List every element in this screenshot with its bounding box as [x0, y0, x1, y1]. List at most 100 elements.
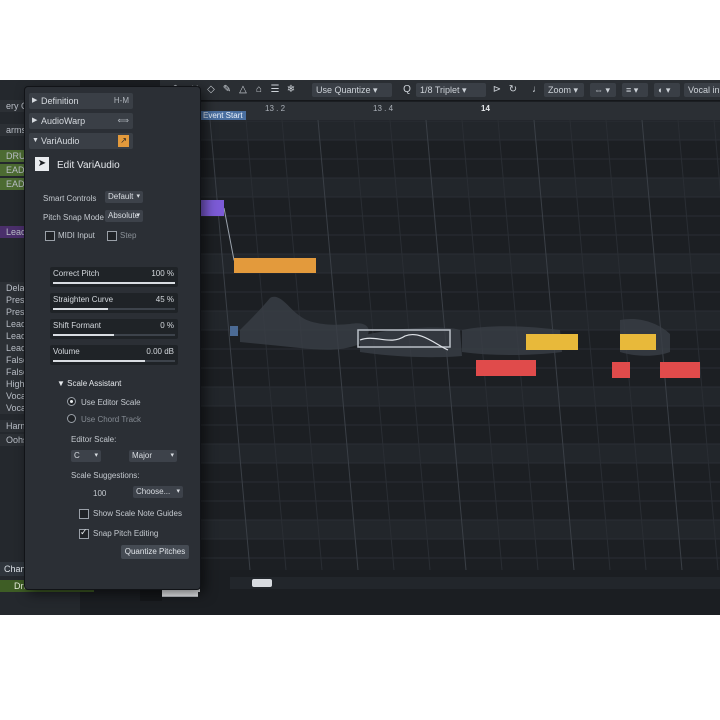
pitch-segment-red[interactable]	[660, 362, 700, 378]
slider-value: 0 %	[160, 321, 174, 330]
use-chord-track-label: Use Chord Track	[81, 415, 142, 424]
loop-icon[interactable]: ↻	[506, 83, 520, 97]
expand-icon: ▶	[32, 117, 38, 124]
pitch-editor-canvas[interactable]	[200, 120, 720, 570]
slider-name: Correct Pitch	[53, 269, 100, 278]
snowflake-icon[interactable]: ❄	[284, 83, 298, 97]
section-definition[interactable]: ▶ Definition H-M	[29, 93, 133, 109]
choose-scale-dropdown[interactable]: Choose... ▾	[133, 486, 183, 498]
pitch-segment-yellow[interactable]	[620, 334, 656, 350]
playback-dropdown[interactable]: ◐ ▾	[654, 83, 680, 97]
pitch-row	[200, 178, 720, 197]
shift-formant-slider[interactable]: Shift Formant 0 %	[50, 319, 178, 339]
pitch-snap-dropdown[interactable]: Absolute ▾	[105, 210, 143, 222]
snap-editing-checkbox[interactable]	[79, 527, 89, 539]
use-editor-scale-radio[interactable]	[67, 397, 76, 406]
ruler-mark: 13 . 2	[265, 104, 286, 113]
pitch-row	[200, 368, 720, 387]
pitch-row	[200, 140, 720, 159]
section-label: Definition	[41, 96, 79, 106]
layout-dropdown[interactable]: ≡ ▾	[622, 83, 648, 97]
correct-pitch-slider[interactable]: Correct Pitch 100 %	[50, 267, 178, 287]
timeline-ruler[interactable]: 13 . 2 13 . 4 14	[195, 102, 720, 120]
section-label: AudioWarp	[41, 116, 86, 126]
slider-fill	[53, 360, 145, 362]
zoom-dropdown[interactable]: Zoom ▾	[544, 83, 584, 97]
slider-track	[53, 282, 175, 284]
section-variaudio[interactable]: ▼ VariAudio ↗	[29, 133, 133, 149]
slider-track	[53, 308, 175, 310]
pitch-row	[200, 159, 720, 178]
grid-value-dropdown[interactable]: 1/8 Triplet ▾	[416, 83, 486, 97]
smart-controls-label: Smart Controls	[43, 194, 97, 203]
tool-icon[interactable]: ☰	[268, 83, 282, 97]
view-dropdown[interactable]: ⇔ ▾	[590, 83, 616, 97]
pitch-row	[200, 387, 720, 406]
slider-name: Shift Formant	[53, 321, 102, 330]
smart-controls-dropdown[interactable]: Default ▾	[105, 191, 143, 203]
pitch-row	[200, 444, 720, 463]
tool-icon[interactable]: △	[236, 83, 250, 97]
pitch-row	[200, 197, 720, 216]
straighten-curve-slider[interactable]: Straighten Curve 45 %	[50, 293, 178, 313]
edit-cursor-icon[interactable]: ➤	[35, 157, 49, 171]
horizontal-scrollbar[interactable]	[230, 577, 720, 589]
pitch-segment-red[interactable]	[476, 360, 536, 376]
editor-scale-label: Editor Scale:	[71, 435, 117, 444]
track-name-field[interactable]: Vocal in	[684, 83, 720, 97]
slider-track	[53, 334, 175, 336]
midi-input-checkbox[interactable]	[45, 231, 55, 241]
slider-value: 100 %	[151, 269, 174, 278]
black-key[interactable]	[140, 589, 162, 601]
show-guides-label: Show Scale Note Guides	[93, 509, 182, 518]
snap-editing-label: Snap Pitch Editing	[93, 529, 159, 538]
pitch-row	[200, 425, 720, 444]
show-guides-checkbox[interactable]	[79, 509, 89, 519]
pitch-row	[200, 216, 720, 235]
volume-slider[interactable]: Volume 0.00 dB	[50, 345, 178, 365]
edit-variaudio-label[interactable]: Edit VariAudio	[57, 160, 120, 171]
scale-root-dropdown[interactable]: C ▾	[71, 450, 101, 462]
use-editor-scale-label: Use Editor Scale	[81, 398, 141, 407]
section-icon: ⟺	[117, 116, 129, 125]
variaudio-active-icon[interactable]: ↗	[118, 135, 129, 147]
pitch-row	[200, 539, 720, 558]
note-grid[interactable]	[200, 120, 720, 570]
pitch-segment-orange[interactable]	[234, 258, 316, 273]
suggestions-count: 100	[93, 489, 107, 498]
use-chord-track-radio[interactable]	[67, 414, 76, 423]
pitch-row	[200, 558, 720, 570]
pitch-segment-purple[interactable]	[200, 200, 224, 216]
pitch-snap-label: Pitch Snap Mode	[43, 213, 104, 222]
inspector-panel: ▶ Definition H-M ▶ AudioWarp ⟺ ▼ VariAud…	[24, 86, 201, 590]
search-icon[interactable]: Q	[400, 83, 414, 97]
quantize-mode-dropdown[interactable]: Use Quantize ▾	[312, 83, 392, 97]
pitch-row	[200, 273, 720, 292]
section-audiowarp[interactable]: ▶ AudioWarp ⟺	[29, 113, 133, 129]
snap-icon[interactable]: ⊳	[490, 83, 504, 97]
scale-assistant-header[interactable]: ▼ Scale Assistant	[57, 379, 121, 388]
quantize-pitches-button[interactable]: Quantize Pitches	[121, 545, 189, 559]
scrollbar-thumb[interactable]	[252, 579, 272, 587]
slider-value: 0.00 dB	[146, 347, 174, 356]
scale-type-dropdown[interactable]: Major ▾	[129, 450, 177, 462]
tool-icon[interactable]: ✎	[220, 83, 234, 97]
cubase-window: ery Guarms GuDRUMSEAD VocEAD VocLead Voc…	[0, 80, 720, 615]
slider-value: 45 %	[155, 295, 174, 304]
tool-icon[interactable]: ⌂	[252, 83, 266, 97]
section-icon: H-M	[113, 96, 129, 105]
slider-name: Volume	[53, 347, 80, 356]
pitch-segment-yellow[interactable]	[526, 334, 578, 350]
note-icon[interactable]: ♩	[530, 83, 544, 97]
scale-suggestions-label: Scale Suggestions:	[71, 471, 140, 480]
slider-fill	[53, 334, 114, 336]
tool-icon[interactable]: ◇	[204, 83, 218, 97]
pitch-segment-red[interactable]	[612, 362, 630, 378]
collapse-icon: ▼	[32, 137, 39, 144]
slider-name: Straighten Curve	[53, 295, 114, 304]
section-label: VariAudio	[41, 136, 80, 146]
slider-track	[53, 360, 175, 362]
step-checkbox[interactable]	[107, 231, 117, 241]
ruler-mark: 13 . 4	[373, 104, 394, 113]
segment-handle[interactable]	[230, 326, 238, 336]
